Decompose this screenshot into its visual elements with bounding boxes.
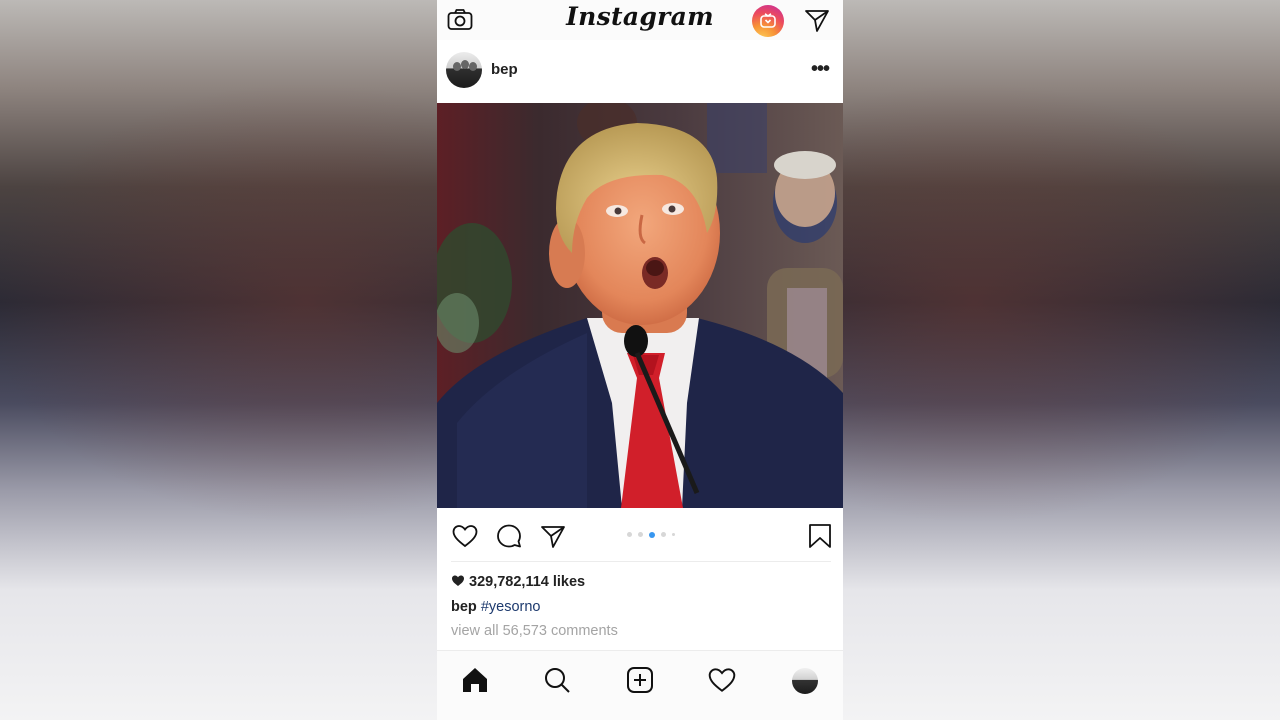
likes-text: 329,782,114 likes [469,574,586,590]
activity-heart-icon[interactable] [707,665,737,695]
caption-username[interactable]: bep [451,599,477,615]
post-username[interactable]: bep [491,61,518,78]
carousel-dot-active [649,531,655,538]
more-options-icon[interactable]: ••• [811,58,830,81]
instagram-screen: Instagram bep ••• 329,782,114 likes bep … [437,0,843,720]
save-bookmark-icon[interactable] [806,522,834,550]
direct-message-icon[interactable] [803,6,831,34]
post-actions [437,508,843,562]
igtv-icon[interactable] [752,5,784,37]
post-photo[interactable] [437,103,843,508]
likes-count[interactable]: 329,782,114 likes [451,574,585,590]
background-blur-right [843,0,1280,720]
background-blur-left [0,0,437,720]
like-heart-icon[interactable] [451,522,479,550]
home-icon[interactable] [460,665,490,695]
profile-avatar[interactable] [792,668,818,694]
post-caption: bep #yesorno [451,599,540,615]
add-post-icon[interactable] [625,665,655,695]
comment-icon[interactable] [495,522,523,550]
carousel-dot [638,532,643,537]
carousel-dot [661,532,666,537]
view-comments-link[interactable]: view all 56,573 comments [451,623,618,639]
likes-heart-icon [452,575,464,586]
carousel-dot [627,532,632,537]
search-icon[interactable] [542,665,572,695]
post-header: bep ••• [437,40,843,102]
share-paper-plane-icon[interactable] [539,522,567,550]
top-bar: Instagram [437,0,843,40]
divider [451,561,831,562]
caption-hashtag[interactable]: #yesorno [481,599,541,615]
bottom-tab-bar [437,650,843,720]
carousel-dot [672,533,675,536]
avatar[interactable] [446,52,482,88]
